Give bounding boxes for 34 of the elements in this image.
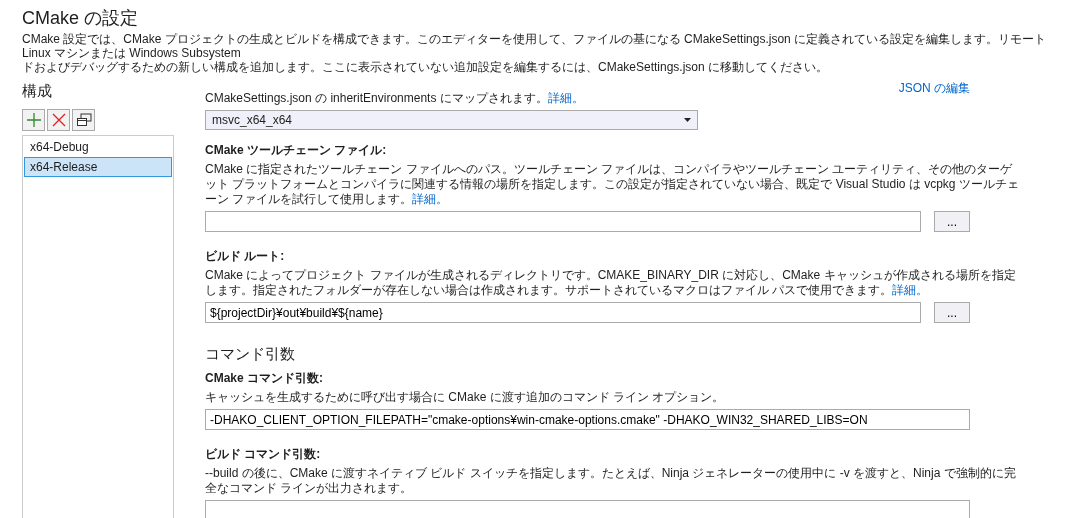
section-heading: 構成 — [22, 82, 52, 101]
edit-json-link[interactable]: JSON の編集 — [898, 80, 970, 97]
delete-button[interactable] — [47, 109, 70, 131]
setting-description: CMakeSettings.json の inheritEnvironments にマップされます。詳細。 — [205, 91, 585, 106]
setting-label: ビルド ルート: — [205, 248, 285, 265]
windows-icon — [75, 112, 92, 128]
section-heading: コマンド引数 — [205, 345, 295, 364]
details-link[interactable]: 詳細。 — [892, 283, 929, 297]
arguments-field[interactable]: -DHAKO_CLIENT_OPTION_FILEPATH="cmake-options¥win-cmake-options.cmake" -DHAKO_WIN32_SHARED_LIBS=ON — [205, 409, 970, 430]
page-title: CMake の設定 — [22, 7, 138, 30]
setting-description: --build の後に、CMake に渡すネイティブ ビルド スイッチを指定します。たとえば、Ninja ジェネレーターの使用中に -v を渡すと、Ninja で強制的に完全なコマンド ラインが出力されます。 — [205, 466, 1017, 496]
setting-description: キャッシュを生成するために呼び出す場合に CMake に渡す追加のコマンド ライン オプション。 — [205, 390, 726, 405]
setting-description: CMake によってプロジェクト ファイルが生成されるディレクトリです。CMAKE_BINARY_DIR に対応し、CMake キャッシュが作成される場所を指定します。指定されたフォルダーが存在しない場合は作成されます。サポートされているマクロはファイル パスで使用できます。詳細。 — [205, 268, 1017, 298]
toolset-dropdown[interactable]: msvc_x64_x64 — [205, 110, 698, 130]
setting-label: CMake ツールチェーン ファイル: — [205, 142, 387, 159]
path-field[interactable] — [205, 211, 921, 232]
configuration-item[interactable]: x64-Debug — [24, 137, 172, 157]
configuration-item[interactable]: x64-Release — [24, 157, 172, 177]
arguments-field[interactable] — [205, 500, 970, 518]
browse-button[interactable]: ... — [934, 302, 970, 323]
description-text: ドおよびデバッグするための新しい構成を追加します。ここに表示されていない追加設定を編集するには、CMakeSettings.json に移動してください。 — [22, 60, 829, 74]
caret-icon — [684, 118, 691, 122]
setting-description: CMake に指定されたツールチェーン ファイルへのパス。ツールチェーン ファイルは、コンパイラやツールチェーン ユーティリティ、その他のターゲット プラットフォームとコンパイラに関連する情報の場所を指定します。この設定が指定されていない場合、既定で Visual Studio は vcpkg ツールチェーン ファイルを試行して使用します。詳細。 — [205, 162, 1020, 207]
browse-button[interactable]: ... — [934, 211, 970, 232]
add-button[interactable] — [22, 109, 45, 131]
plus-icon — [25, 112, 42, 128]
path-field[interactable]: ${projectDir}¥out¥build¥${name} — [205, 302, 921, 323]
setting-label: CMake コマンド引数: — [205, 370, 323, 387]
setting-label: ビルド コマンド引数: — [205, 446, 321, 463]
details-link[interactable]: 詳細。 — [412, 192, 449, 206]
details-link[interactable]: 詳細。 — [547, 91, 584, 105]
description-text: CMake 設定では、CMake プロジェクトの生成とビルドを構成できます。このエディターを使用して、ファイルの基になる CMakeSettings.json に定義されている設定を編集します。リモート Linux マシンまたは Windows Subsystem — [22, 32, 1048, 60]
cross-icon — [50, 112, 67, 128]
copy-button[interactable] — [72, 109, 95, 131]
